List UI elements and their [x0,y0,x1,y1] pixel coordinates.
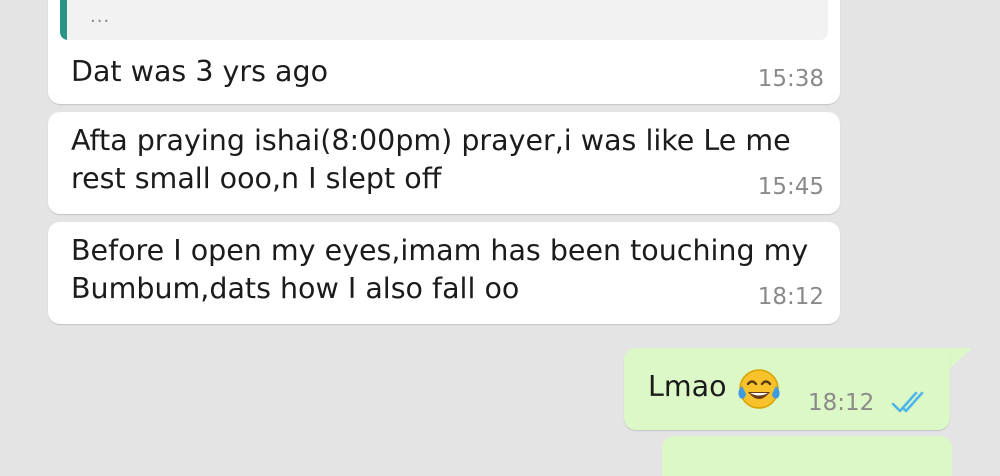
message-text: Before I open my eyes,imam has been touc… [71,234,809,305]
incoming-message-bubble[interactable]: ... Dat was 3 yrs ago 15:38 [48,0,840,104]
message-text: Lmao [648,370,727,403]
message-timestamp: 15:38 [757,66,824,92]
face-with-tears-of-joy-icon [738,369,780,409]
outgoing-message-bubble[interactable]: Lmao 18:12 [624,348,950,430]
outgoing-bubble-tail [948,348,972,370]
message-timestamp: 18:12 [757,284,824,310]
quoted-message-text: ... [90,6,111,27]
read-double-check-icon [891,391,924,413]
incoming-message-bubble[interactable]: Afta praying ishai(8:00pm) prayer,i was … [48,112,840,214]
chat-conversation: ... Dat was 3 yrs ago 15:38 Afta praying… [0,0,1000,476]
quoted-message-preview[interactable]: ... [60,0,828,40]
message-timestamp: 18:12 [808,390,875,416]
incoming-message-bubble[interactable]: Before I open my eyes,imam has been touc… [48,222,840,324]
message-text: Dat was 3 yrs ago [71,55,329,88]
message-timestamp: 15:45 [757,174,824,200]
quote-accent-bar [60,0,67,40]
outgoing-message-bubble-partial[interactable] [662,436,952,476]
message-text: Afta praying ishai(8:00pm) prayer,i was … [71,124,791,195]
